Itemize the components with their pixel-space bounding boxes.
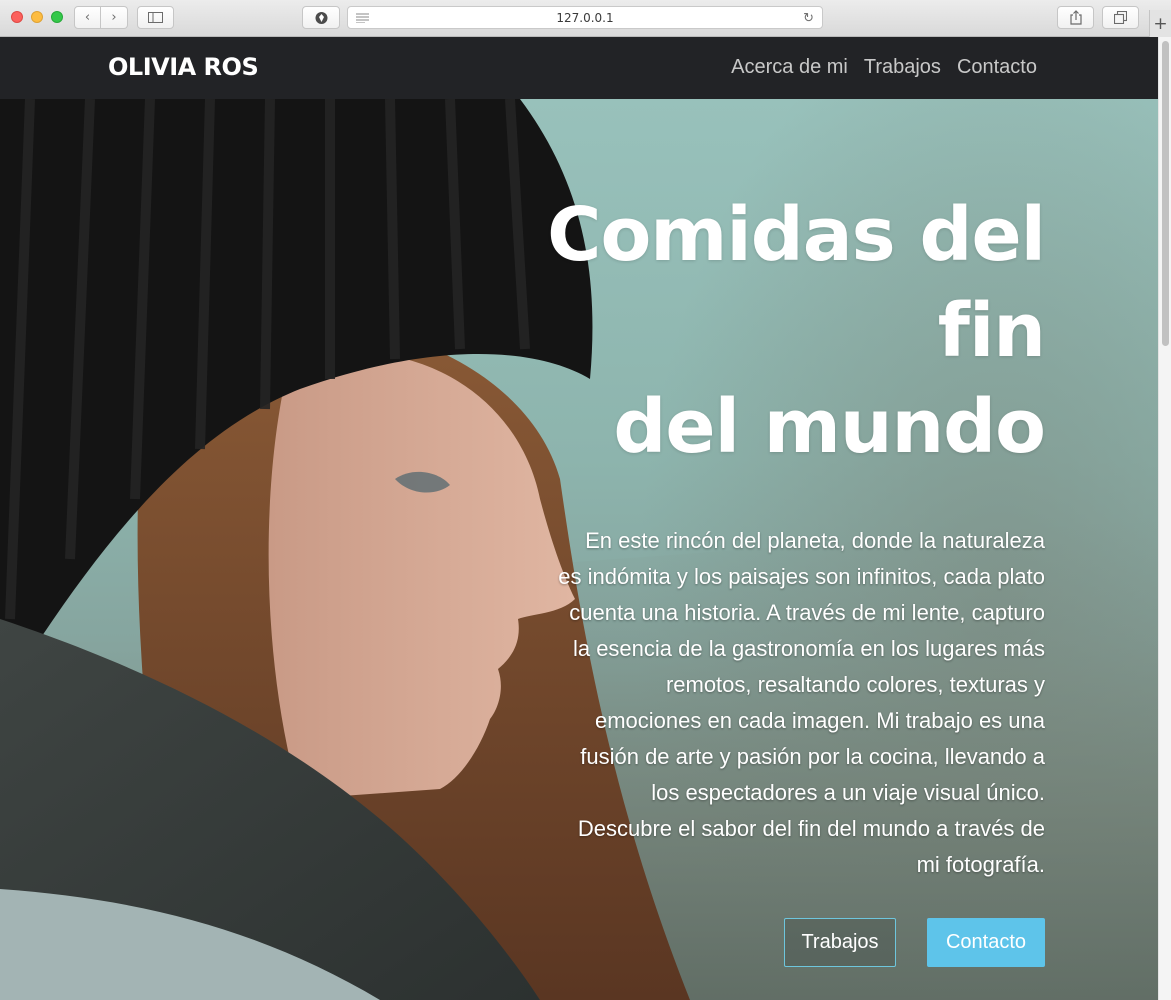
plus-icon: + bbox=[1153, 13, 1168, 34]
site-navbar: OLIVIA ROS Acerca de mi Trabajos Contact… bbox=[0, 37, 1158, 99]
hero-description: En este rincón del planeta, donde la nat… bbox=[485, 523, 1045, 883]
sidebar-toggle-button[interactable] bbox=[137, 6, 174, 29]
close-window-button[interactable] bbox=[11, 11, 23, 23]
chevron-right-icon: › bbox=[111, 10, 117, 25]
tabs-overview-icon bbox=[1114, 11, 1127, 24]
hero-text-line: los espectadores a un viaje visual único… bbox=[651, 780, 1045, 805]
forward-button[interactable]: › bbox=[101, 6, 128, 29]
new-tab-button[interactable]: + bbox=[1149, 10, 1171, 37]
site-logo[interactable]: OLIVIA ROS bbox=[108, 53, 259, 81]
reader-view-icon[interactable] bbox=[356, 13, 369, 23]
history-buttons: ‹ › bbox=[74, 6, 128, 29]
share-icon bbox=[1069, 10, 1082, 25]
hero-actions: Trabajos Contacto bbox=[784, 918, 1045, 967]
hero-title-line: fin bbox=[937, 288, 1046, 374]
zoom-window-button[interactable] bbox=[51, 11, 63, 23]
reload-icon[interactable]: ↻ bbox=[803, 11, 814, 26]
hero-text-line: emociones en cada imagen. Mi trabajo es … bbox=[594, 708, 1045, 733]
works-button[interactable]: Trabajos bbox=[784, 918, 896, 967]
main-navigation: Acerca de mi Trabajos Contacto bbox=[731, 56, 1037, 79]
hero-text-line: es indómita y los paisajes son infinitos… bbox=[558, 564, 1045, 589]
nav-link-contact[interactable]: Contacto bbox=[957, 56, 1037, 79]
hero-text-line: cuenta una historia. A través de mi lent… bbox=[569, 600, 1045, 625]
chevron-left-icon: ‹ bbox=[84, 10, 91, 25]
hero-title-line: Comidas del bbox=[547, 192, 1046, 278]
browser-toolbar: ‹ › 127.0.0.1 ↻ + bbox=[0, 0, 1171, 37]
privacy-button[interactable] bbox=[302, 6, 340, 29]
hero-text-line: En este rincón del planeta, donde la nat… bbox=[585, 528, 1045, 553]
back-button[interactable]: ‹ bbox=[74, 6, 101, 29]
address-url: 127.0.0.1 bbox=[556, 10, 614, 25]
minimize-window-button[interactable] bbox=[31, 11, 43, 23]
hero-title: Comidas del fin del mundo bbox=[485, 187, 1046, 475]
show-tabs-button[interactable] bbox=[1102, 6, 1139, 29]
hero-content: Comidas del fin del mundo En este rincón… bbox=[485, 187, 1046, 883]
hero-text-line: remotos, resaltando colores, texturas y bbox=[665, 672, 1045, 697]
hero-text-line: la esencia de la gastronomía en los luga… bbox=[572, 636, 1045, 661]
hero-text-line: fusión de arte y pasión por la cocina, l… bbox=[580, 744, 1045, 769]
hero-text-line: mi fotografía. bbox=[916, 852, 1045, 877]
hero-title-line: del mundo bbox=[613, 384, 1046, 470]
share-button[interactable] bbox=[1057, 6, 1094, 29]
page-viewport: OLIVIA ROS Acerca de mi Trabajos Contact… bbox=[0, 37, 1158, 1000]
hero-text-line: Descubre el sabor del fin del mundo a tr… bbox=[577, 816, 1045, 841]
shield-icon bbox=[315, 11, 327, 24]
scrollbar-thumb[interactable] bbox=[1162, 41, 1169, 346]
address-bar[interactable]: 127.0.0.1 ↻ bbox=[347, 6, 823, 29]
nav-link-about[interactable]: Acerca de mi bbox=[731, 56, 848, 79]
page-scrollbar[interactable] bbox=[1158, 37, 1171, 1000]
hero-section: Comidas del fin del mundo En este rincón… bbox=[0, 99, 1158, 1000]
sidebar-icon bbox=[148, 12, 163, 23]
nav-link-works[interactable]: Trabajos bbox=[864, 56, 941, 79]
contact-button[interactable]: Contacto bbox=[927, 918, 1045, 967]
